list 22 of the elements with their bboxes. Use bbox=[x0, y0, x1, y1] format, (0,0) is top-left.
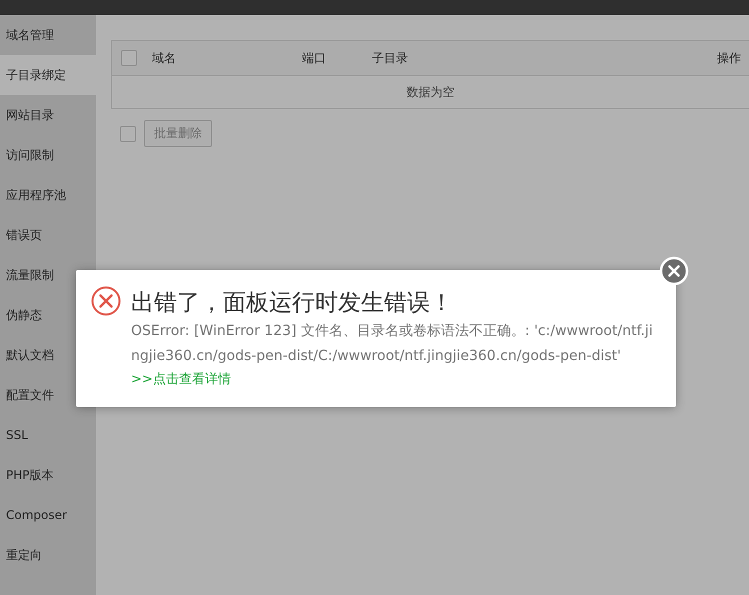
details-link[interactable]: >>点击查看详情 bbox=[131, 370, 661, 388]
error-icon bbox=[91, 286, 121, 316]
column-header: 操作 bbox=[717, 50, 741, 66]
sidebar-item[interactable]: 错误页 bbox=[0, 215, 96, 255]
close-icon[interactable] bbox=[659, 256, 689, 286]
column-header: 端口 bbox=[302, 50, 326, 66]
error-message: OSError: [WinError 123] 文件名、目录名或卷标语法不正确。: 'c:/wwwroot/ntf.jingjie360.cn/gods-pen-dist/C:/wwwroot/ntf.jingjie360.cn/gods-pen-dist' bbox=[131, 322, 654, 366]
sidebar-item[interactable]: SSL bbox=[0, 415, 96, 455]
sidebar-item[interactable]: 网站目录 bbox=[0, 95, 96, 135]
checkbox[interactable] bbox=[120, 126, 136, 142]
dialog-title: 出错了，面板运行时发生错误！ bbox=[131, 289, 454, 318]
select-all-checkbox[interactable] bbox=[121, 50, 137, 66]
sidebar-item[interactable]: 访问限制 bbox=[0, 135, 96, 175]
sidebar-item[interactable]: 域名管理 bbox=[0, 15, 96, 55]
sidebar-item[interactable]: 重定向 bbox=[0, 535, 96, 575]
column-header: 域名 bbox=[152, 50, 176, 66]
sidebar-item[interactable]: 应用程序池 bbox=[0, 175, 96, 215]
column-header: 子目录 bbox=[372, 50, 408, 66]
sidebar-item[interactable]: Composer bbox=[0, 495, 96, 535]
sidebar-item[interactable]: PHP版本 bbox=[0, 455, 96, 495]
empty-message: 数据为空 bbox=[406, 85, 454, 99]
sidebar-item[interactable]: 子目录绑定 bbox=[0, 55, 96, 95]
